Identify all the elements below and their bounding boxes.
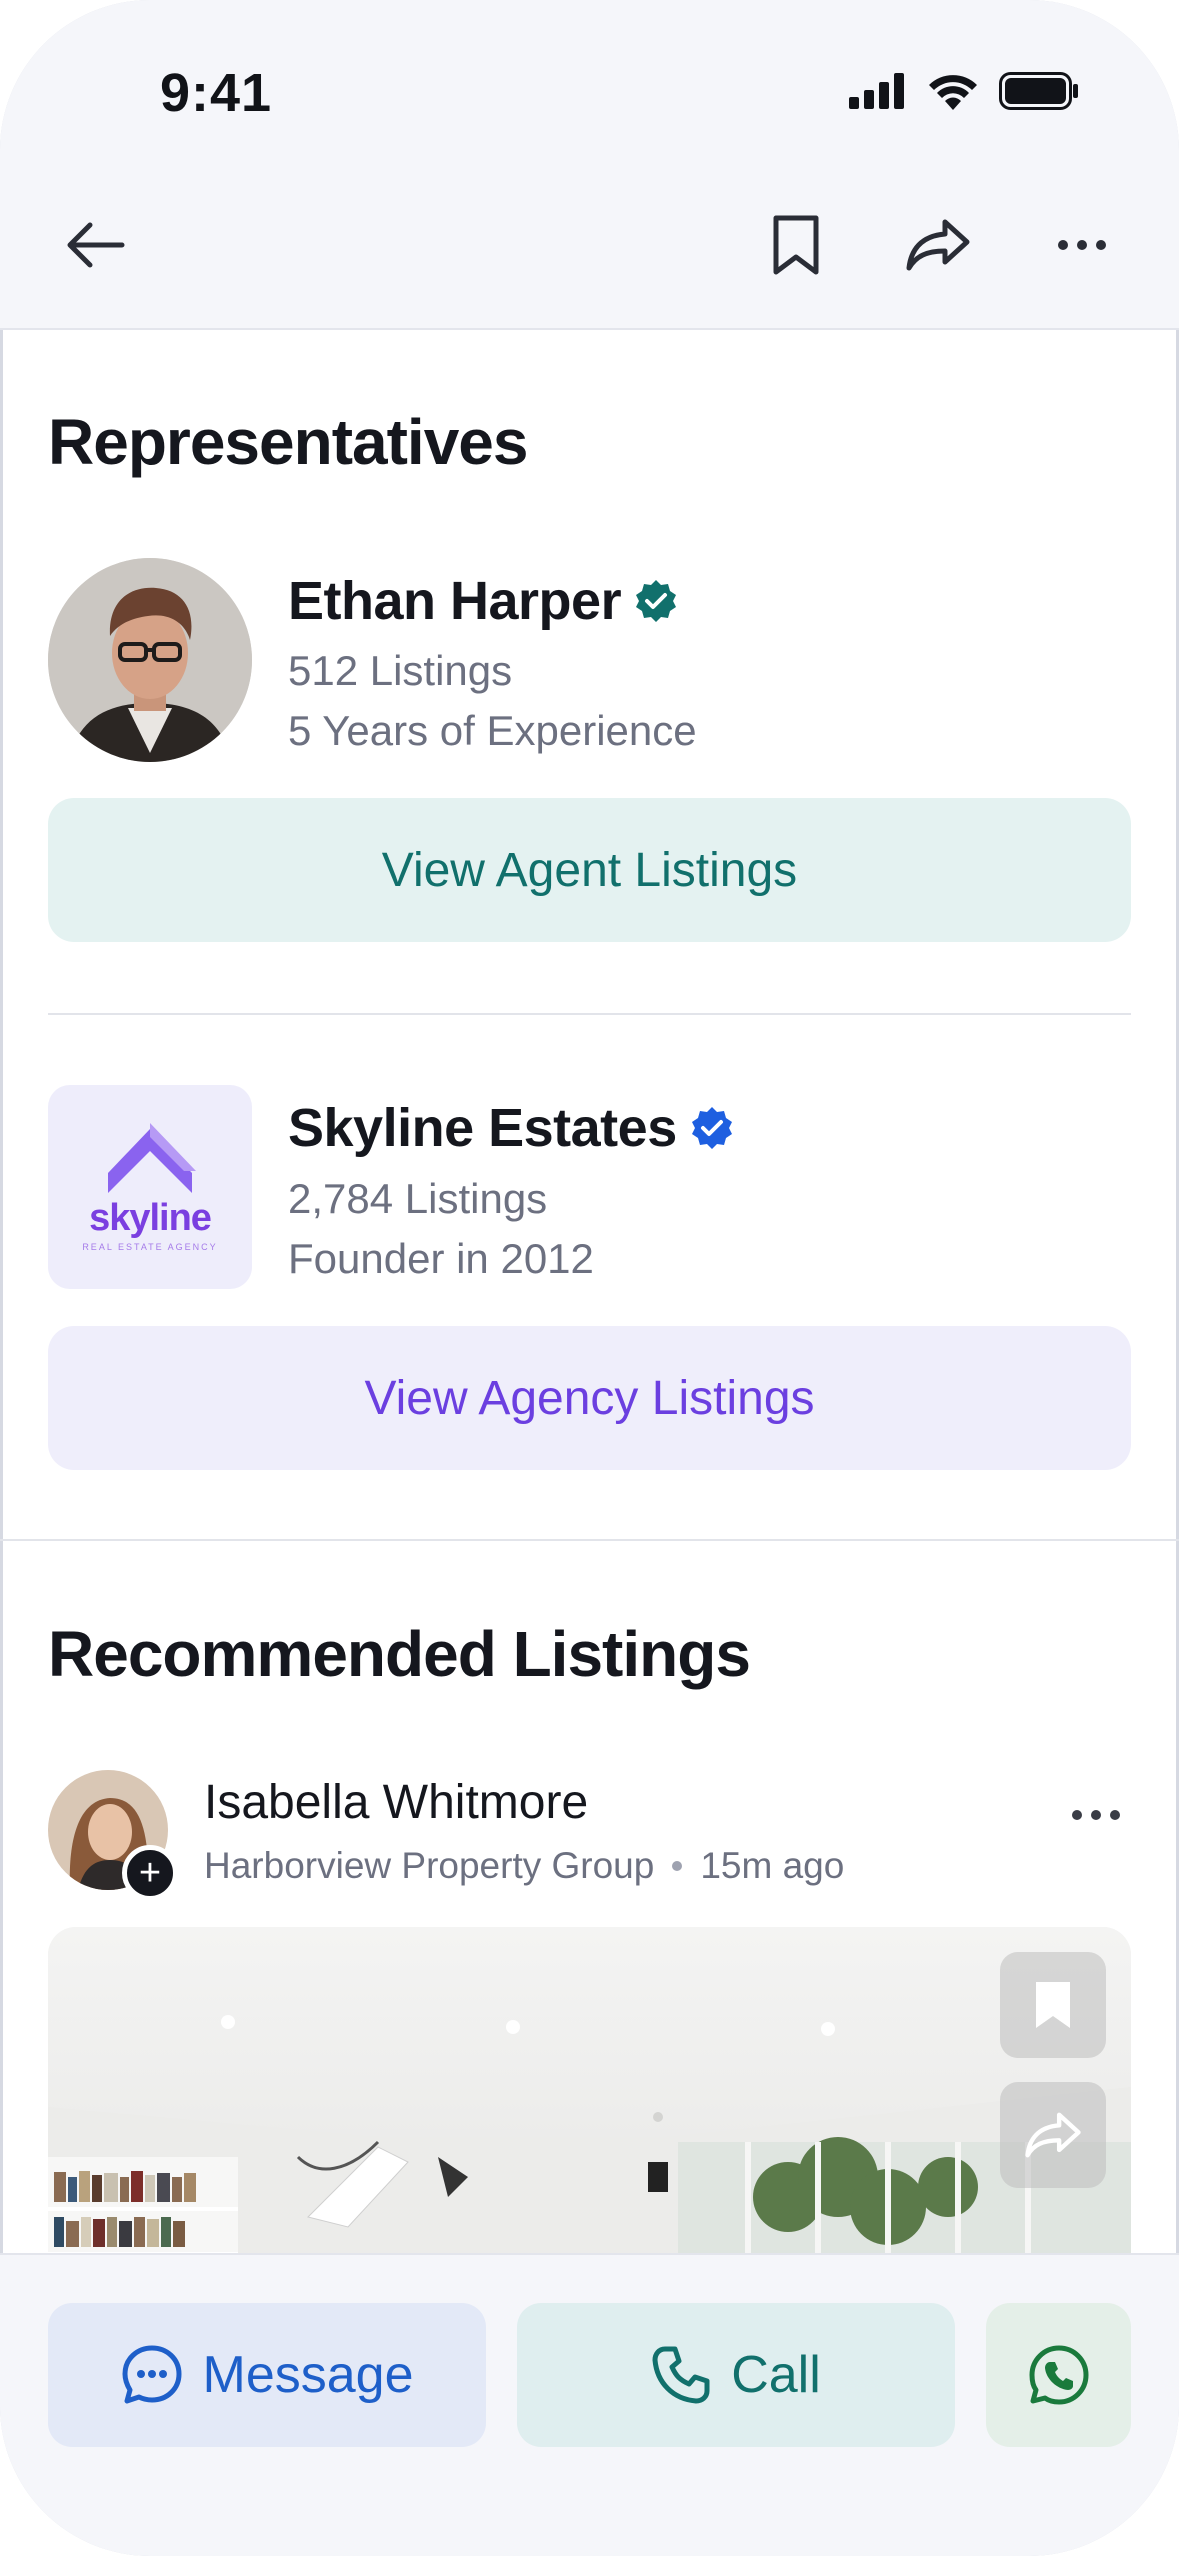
agency-listings-count: 2,784 Listings (288, 1175, 548, 1222)
more-options-button[interactable] (1042, 205, 1122, 285)
follow-add-button[interactable]: + (122, 1845, 178, 1901)
share-button[interactable] (898, 205, 978, 285)
call-label: Call (731, 2346, 821, 2404)
share-icon (906, 219, 970, 271)
poster-meta: Harborview Property Group 15m ago (204, 1845, 844, 1887)
recommended-listings-title: Recommended Listings (48, 1618, 751, 1690)
phone-icon (652, 2346, 710, 2404)
wifi-icon (929, 75, 977, 110)
more-horizontal-icon (1072, 1810, 1120, 1820)
bottom-action-bar: Message Call (0, 2253, 1179, 2556)
phone-screen: 9:41 Representatives Ethan Harper 512 Li… (0, 0, 1179, 2556)
call-button[interactable]: Call (517, 2303, 955, 2447)
signal-icon (849, 73, 904, 109)
navigation-bar (0, 195, 1179, 295)
agency-name-row: Skyline Estates (288, 1097, 735, 1159)
view-agent-listings-button[interactable]: View Agent Listings (48, 798, 1131, 942)
section-divider (0, 1539, 1179, 1541)
post-time: 15m ago (700, 1845, 845, 1886)
message-button[interactable]: Message (48, 2303, 486, 2447)
verified-badge-icon (691, 1107, 732, 1149)
divider (48, 1013, 1131, 1015)
whatsapp-button[interactable] (986, 2303, 1131, 2447)
house-roof-icon (108, 1122, 196, 1193)
listing-share-button[interactable] (1000, 2082, 1106, 2188)
bookmark-icon (773, 215, 819, 275)
whatsapp-icon (1029, 2345, 1088, 2405)
chat-bubble-icon (122, 2345, 181, 2404)
listing-photo[interactable] (48, 1927, 1131, 2307)
verified-badge-icon (636, 580, 677, 622)
view-agency-listings-button[interactable]: View Agency Listings (48, 1326, 1131, 1470)
status-icons (849, 72, 1079, 110)
separator-dot (672, 1861, 683, 1871)
agency-logo[interactable]: skyline REAL ESTATE AGENCY (48, 1085, 252, 1289)
share-icon (1025, 2112, 1081, 2158)
agent-avatar[interactable] (48, 558, 252, 762)
agent-listings-count: 512 Listings (288, 647, 513, 694)
listing-bookmark-button[interactable] (1000, 1952, 1106, 2058)
agent-name-row: Ethan Harper (288, 570, 679, 632)
poster-company: Harborview Property Group (204, 1845, 655, 1886)
agency-logo-tagline: REAL ESTATE AGENCY (82, 1241, 218, 1252)
more-horizontal-icon (1058, 240, 1106, 250)
bookmark-filled-icon (1036, 1982, 1070, 2028)
battery-icon (999, 72, 1078, 110)
status-time: 9:41 (160, 63, 273, 123)
agent-experience: 5 Years of Experience (288, 707, 697, 754)
arrow-left-icon (67, 222, 125, 268)
agency-founded: Founder in 2012 (288, 1235, 594, 1282)
agency-logo-word: skyline (89, 1196, 212, 1239)
top-area: 9:41 (0, 0, 1179, 330)
poster-name[interactable]: Isabella Whitmore (204, 1775, 588, 1830)
back-button[interactable] (55, 205, 135, 285)
message-label: Message (202, 2346, 414, 2404)
bookmark-button[interactable] (756, 205, 836, 285)
representatives-title: Representatives (48, 406, 528, 478)
post-more-button[interactable] (1066, 1800, 1126, 1830)
agent-name: Ethan Harper (288, 571, 622, 631)
agency-name: Skyline Estates (288, 1098, 677, 1158)
